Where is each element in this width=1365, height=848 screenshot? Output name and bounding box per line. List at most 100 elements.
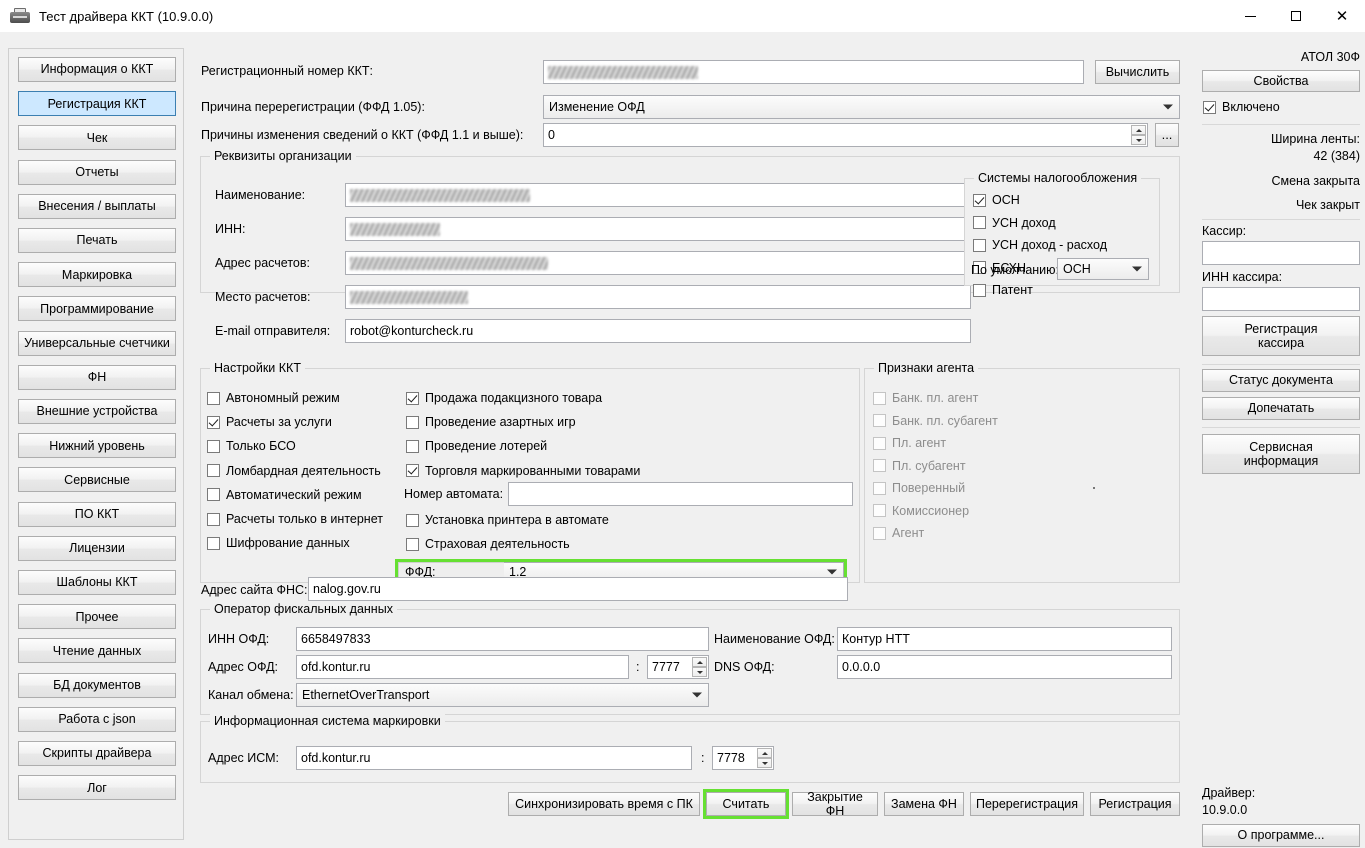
spinner-up[interactable] bbox=[757, 748, 772, 758]
checkbox-kkt-right-4[interactable]: Торговля маркированными товарами bbox=[406, 464, 640, 478]
checkbox-insurance-activity[interactable]: Страховая деятельность bbox=[406, 537, 570, 551]
action-button-6[interactable]: Регистрация bbox=[1090, 792, 1180, 816]
sidebar-item-20[interactable]: Работа с json bbox=[18, 707, 176, 732]
checkbox-kkt-left-2[interactable]: Расчеты за услуги bbox=[207, 415, 332, 429]
checkbox-label: Поверенный bbox=[892, 481, 965, 495]
spinner-up[interactable] bbox=[692, 657, 707, 667]
cashier-input[interactable] bbox=[1202, 241, 1360, 265]
spinner-up[interactable] bbox=[1131, 125, 1146, 135]
action-button-4[interactable]: Замена ФН bbox=[884, 792, 964, 816]
action-button-5[interactable]: Перерегистрация bbox=[970, 792, 1084, 816]
sidebar-item-14[interactable]: ПО ККТ bbox=[18, 502, 176, 527]
sidebar-item-18[interactable]: Чтение данных bbox=[18, 638, 176, 663]
checkbox-kkt-left-7[interactable]: Шифрование данных bbox=[207, 536, 350, 550]
sidebar-item-2[interactable]: Регистрация ККТ bbox=[18, 91, 176, 116]
org-field-label-4: Место расчетов: bbox=[215, 290, 310, 304]
checkbox-kkt-right-3[interactable]: Проведение лотерей bbox=[406, 439, 547, 453]
ofd-address-input[interactable]: ofd.kontur.ru bbox=[296, 655, 629, 679]
sidebar-item-5[interactable]: Внесения / выплаты bbox=[18, 194, 176, 219]
sidebar-item-11[interactable]: Внешние устройства bbox=[18, 399, 176, 424]
checkbox-taxation-2[interactable]: УСН доход bbox=[973, 216, 1056, 230]
change-reasons-input[interactable]: 0 bbox=[543, 123, 1148, 147]
ofd-inn-input[interactable]: 6658497833 bbox=[296, 627, 709, 651]
properties-button[interactable]: Свойства bbox=[1202, 70, 1360, 92]
sidebar-item-22[interactable]: Лог bbox=[18, 775, 176, 800]
sidebar-item-1[interactable]: Информация о ККТ bbox=[18, 57, 176, 82]
org-field-input-1[interactable] bbox=[345, 183, 971, 207]
channel-combo[interactable]: EthernetOverTransport bbox=[296, 683, 709, 707]
checkbox-kkt-left-5[interactable]: Автоматический режим bbox=[207, 488, 362, 502]
spinner-down[interactable] bbox=[1131, 135, 1146, 145]
organization-caption: Реквизиты организации bbox=[210, 149, 356, 163]
sidebar-item-17[interactable]: Прочее bbox=[18, 604, 176, 629]
checkbox-enabled[interactable]: Включено bbox=[1203, 100, 1280, 114]
reason-combo[interactable]: Изменение ОФД bbox=[543, 95, 1180, 119]
close-button[interactable]: ✕ bbox=[1319, 0, 1365, 32]
register-cashier-button[interactable]: Регистрация кассира bbox=[1202, 316, 1360, 356]
browse-ellipsis-button[interactable]: ... bbox=[1155, 123, 1179, 147]
action-button-1[interactable]: Синхронизировать время с ПК bbox=[508, 792, 700, 816]
ofd-name-input[interactable]: Контур НТТ bbox=[837, 627, 1172, 651]
checkbox-printer-in-machine[interactable]: Установка принтера в автомате bbox=[406, 513, 609, 527]
checkbox-box bbox=[873, 527, 886, 540]
sidebar-item-15[interactable]: Лицензии bbox=[18, 536, 176, 561]
action-button-2[interactable]: Считать bbox=[706, 792, 786, 816]
sidebar-item-19[interactable]: БД документов bbox=[18, 673, 176, 698]
sidebar-item-3[interactable]: Чек bbox=[18, 125, 176, 150]
about-button[interactable]: О программе... bbox=[1202, 824, 1360, 847]
ofd-port-input[interactable]: 7777 bbox=[647, 655, 709, 679]
org-field-input-2[interactable] bbox=[345, 217, 971, 241]
sidebar-item-4[interactable]: Отчеты bbox=[18, 160, 176, 185]
org-field-input-4[interactable] bbox=[345, 285, 971, 309]
sidebar-item-12[interactable]: Нижний уровень bbox=[18, 433, 176, 458]
calculate-button[interactable]: Вычислить bbox=[1095, 60, 1180, 84]
cashier-inn-input[interactable] bbox=[1202, 287, 1360, 311]
channel-label: Канал обмена: bbox=[208, 688, 294, 702]
org-field-input-5[interactable]: robot@konturcheck.ru bbox=[345, 319, 971, 343]
checkbox-taxation-5[interactable]: Патент bbox=[973, 283, 1033, 297]
maximize-button[interactable] bbox=[1273, 0, 1319, 32]
sidebar-item-7[interactable]: Маркировка bbox=[18, 262, 176, 287]
checkbox-label: Установка принтера в автомате bbox=[425, 513, 609, 527]
spinner-buttons[interactable] bbox=[757, 748, 772, 768]
machine-number-input[interactable] bbox=[508, 482, 853, 506]
checkbox-kkt-left-4[interactable]: Ломбардная деятельность bbox=[207, 464, 381, 478]
sidebar-item-10[interactable]: ФН bbox=[18, 365, 176, 390]
spinner-down[interactable] bbox=[692, 667, 707, 677]
spinner-down[interactable] bbox=[757, 758, 772, 768]
checkbox-kkt-left-1[interactable]: Автономный режим bbox=[207, 391, 340, 405]
org-field-label-5: E-mail отправителя: bbox=[215, 324, 330, 338]
checkbox-taxation-1[interactable]: ОСН bbox=[973, 193, 1020, 207]
checkbox-kkt-right-2[interactable]: Проведение азартных игр bbox=[406, 415, 576, 429]
checkbox-label: УСН доход - расход bbox=[992, 238, 1107, 252]
sidebar-item-13[interactable]: Сервисные bbox=[18, 467, 176, 492]
org-field-input-3[interactable] bbox=[345, 251, 971, 275]
taxation-default-combo[interactable]: ОСН bbox=[1057, 258, 1149, 280]
fns-site-input[interactable]: nalog.gov.ru bbox=[308, 577, 848, 601]
sidebar-item-8[interactable]: Программирование bbox=[18, 296, 176, 321]
checkbox-box bbox=[1203, 101, 1216, 114]
checkbox-kkt-right-1[interactable]: Продажа подакцизного товара bbox=[406, 391, 602, 405]
checkbox-kkt-left-3[interactable]: Только БСО bbox=[207, 439, 296, 453]
ism-port-input[interactable]: 7778 bbox=[712, 746, 774, 770]
checkbox-label: Ломбардная деятельность bbox=[226, 464, 381, 478]
printer-icon bbox=[10, 8, 30, 24]
reg-number-input[interactable] bbox=[543, 60, 1084, 84]
checkbox-kkt-left-6[interactable]: Расчеты только в интернет bbox=[207, 512, 383, 526]
sidebar-item-21[interactable]: Скрипты драйвера bbox=[18, 741, 176, 766]
document-status-button[interactable]: Статус документа bbox=[1202, 369, 1360, 392]
status-panel: АТОЛ 30Ф Свойства Включено Ширина ленты:… bbox=[1198, 44, 1364, 844]
sidebar-item-9[interactable]: Универсальные счетчики bbox=[18, 331, 176, 356]
sidebar-item-6[interactable]: Печать bbox=[18, 228, 176, 253]
checkbox-taxation-3[interactable]: УСН доход - расход bbox=[973, 238, 1107, 252]
ism-address-input[interactable]: ofd.kontur.ru bbox=[296, 746, 692, 770]
reprint-button[interactable]: Допечатать bbox=[1202, 397, 1360, 420]
minimize-button[interactable] bbox=[1227, 0, 1273, 32]
checkbox-label: Банк. пл. агент bbox=[892, 391, 978, 405]
sidebar-item-16[interactable]: Шаблоны ККТ bbox=[18, 570, 176, 595]
spinner-buttons[interactable] bbox=[692, 657, 707, 677]
dns-ofd-input[interactable]: 0.0.0.0 bbox=[837, 655, 1172, 679]
service-info-button[interactable]: Сервисная информация bbox=[1202, 434, 1360, 474]
action-button-3[interactable]: Закрытие ФН bbox=[792, 792, 878, 816]
spinner-buttons[interactable] bbox=[1131, 125, 1146, 145]
